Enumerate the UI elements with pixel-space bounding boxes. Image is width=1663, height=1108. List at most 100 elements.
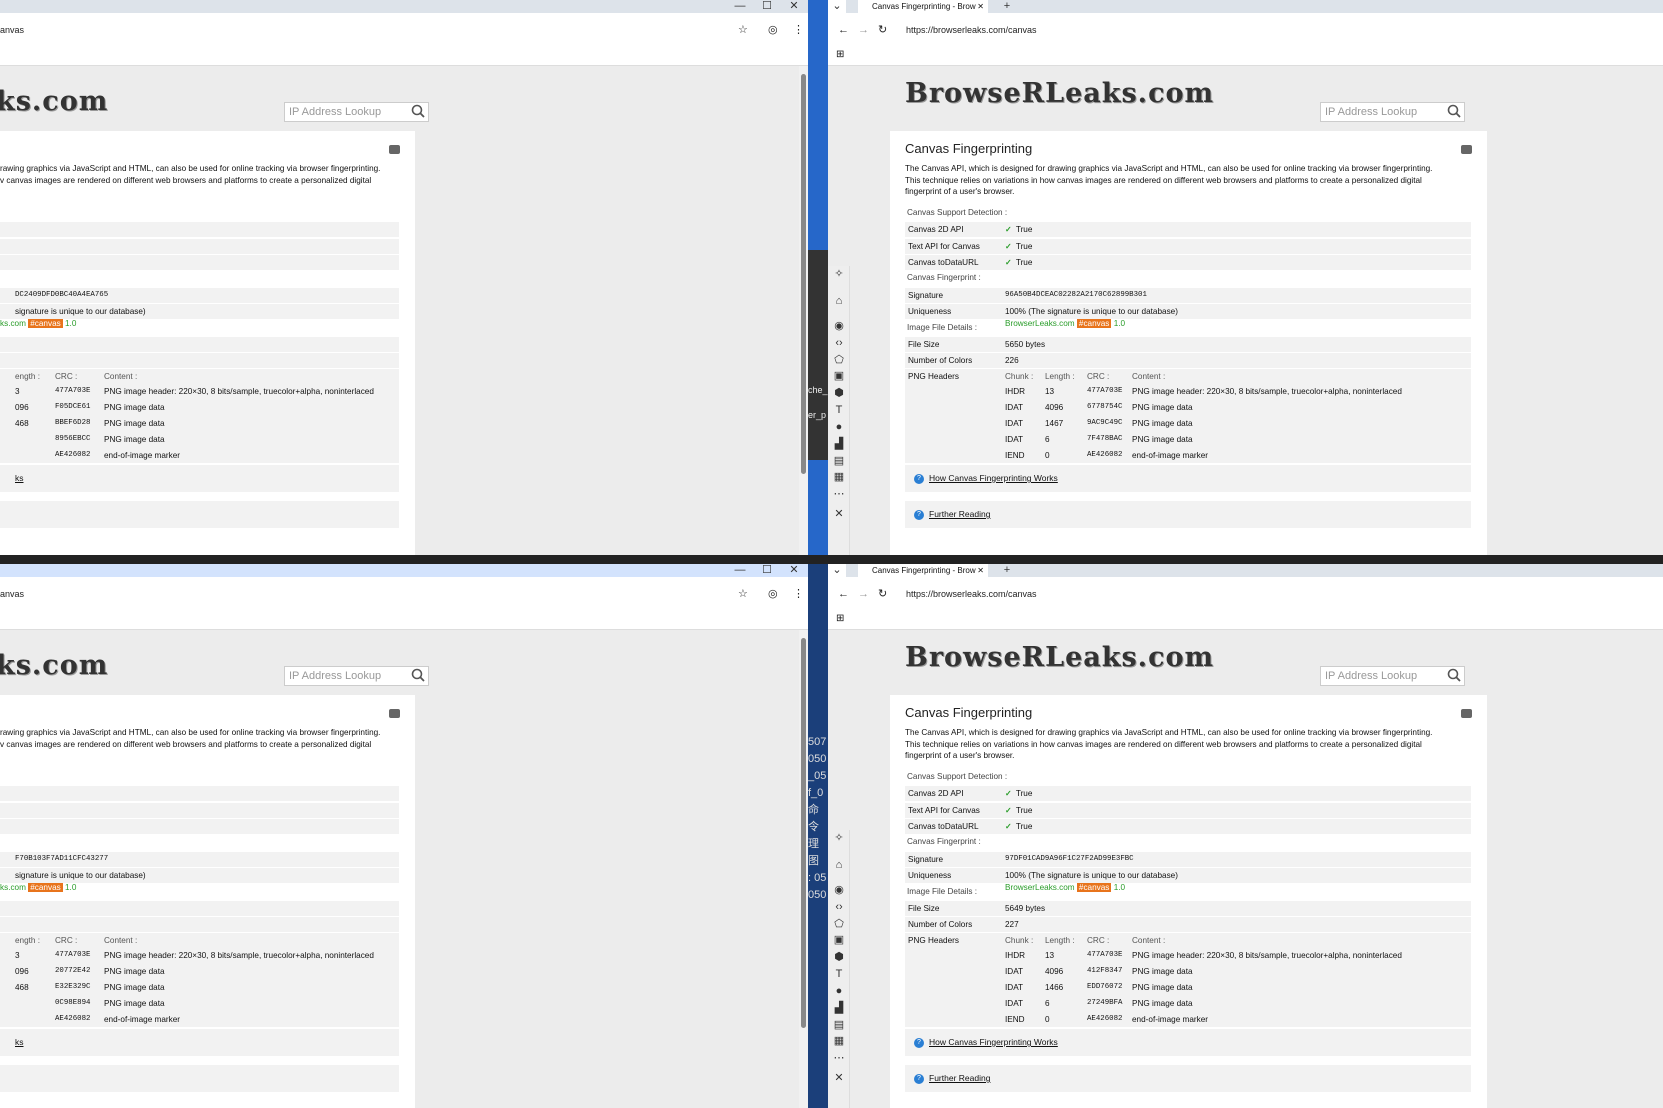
- signal-icon[interactable]: ◉: [833, 320, 845, 332]
- image-file-link[interactable]: ks.com #canvas 1.0: [0, 883, 76, 892]
- canvas-card: Canvas Fingerprinting The Canvas API, wh…: [890, 695, 1487, 1108]
- tab-search-icon[interactable]: ⌄: [828, 564, 846, 577]
- tab-search-icon[interactable]: ⌄: [828, 0, 846, 13]
- how-it-works-link[interactable]: ks: [0, 1029, 399, 1056]
- lock-icon[interactable]: ▤: [833, 1019, 845, 1031]
- canvas-card: rawing graphics via JavaScript and HTML,…: [0, 695, 415, 1108]
- minimize-button[interactable]: —: [727, 0, 753, 13]
- camera-icon[interactable]: [389, 709, 400, 718]
- further-reading-link[interactable]: ? Further Reading: [905, 1065, 1471, 1092]
- scrollbar[interactable]: [799, 66, 808, 555]
- tools-icon[interactable]: ✕: [833, 508, 845, 520]
- new-tab-button[interactable]: +: [994, 0, 1020, 13]
- pentagon-icon[interactable]: ⬠: [833, 918, 845, 930]
- signature-value: DC2409DFD0BC40A4EA765: [15, 291, 109, 299]
- help-icon: ?: [914, 1073, 924, 1084]
- image-icon[interactable]: ▣: [833, 934, 845, 946]
- apps-icon[interactable]: ⊞: [836, 613, 844, 624]
- site-logo[interactable]: ks.com: [0, 86, 108, 117]
- tab-close-icon: ✕: [977, 566, 984, 575]
- code-icon[interactable]: ‹›: [833, 337, 845, 349]
- reload-icon[interactable]: ↻: [878, 585, 887, 603]
- pin-icon[interactable]: ✧: [833, 268, 845, 280]
- tab-bar: ⌄ Canvas Fingerprinting - Brow ✕ +: [828, 564, 1663, 577]
- back-icon[interactable]: ←: [838, 21, 849, 39]
- title-bar: — ☐ ✕: [0, 564, 808, 577]
- active-tab[interactable]: Canvas Fingerprinting - Brow ✕: [858, 0, 988, 13]
- chart-icon[interactable]: ▟: [833, 438, 845, 450]
- close-button[interactable]: ✕: [781, 0, 807, 13]
- pin-icon[interactable]: ✧: [833, 832, 845, 844]
- how-it-works-link[interactable]: ? How Canvas Fingerprinting Works: [905, 1029, 1471, 1056]
- how-it-works-link[interactable]: ? How Canvas Fingerprinting Works: [905, 465, 1471, 492]
- signature-value: F70B103F7AD11CFC43277: [15, 855, 109, 863]
- tools-icon[interactable]: ✕: [833, 1072, 845, 1084]
- maximize-button[interactable]: ☐: [754, 564, 780, 577]
- search-input[interactable]: IP Address Lookup: [284, 666, 429, 686]
- home-icon[interactable]: ⌂: [833, 295, 845, 307]
- grid-icon[interactable]: ▦: [833, 471, 845, 483]
- bookmark-bar: ⊞: [828, 47, 1663, 66]
- further-reading-link[interactable]: ? Further Reading: [905, 501, 1471, 528]
- text-icon[interactable]: T: [833, 404, 845, 416]
- further-reading-link[interactable]: [0, 501, 399, 528]
- more-icon[interactable]: ⋯: [833, 1052, 845, 1064]
- menu-icon[interactable]: ⋮: [793, 21, 804, 39]
- minimize-button[interactable]: —: [727, 564, 753, 577]
- search-input[interactable]: IP Address Lookup: [1320, 102, 1465, 122]
- profile-icon[interactable]: ◎: [768, 585, 778, 603]
- page-content: BrowseRLeaks.com IP Address Lookup Canva…: [850, 66, 1663, 555]
- profile-icon[interactable]: ◎: [768, 21, 778, 39]
- url-field[interactable]: https://browserleaks.com/canvas: [906, 585, 1037, 603]
- site-logo[interactable]: ks.com: [0, 650, 108, 681]
- star-icon[interactable]: ☆: [738, 21, 748, 39]
- url-field[interactable]: anvas: [0, 585, 24, 603]
- canvas-card: rawing graphics via JavaScript and HTML,…: [0, 131, 415, 555]
- image-file-link[interactable]: ks.com #canvas 1.0: [0, 319, 76, 328]
- forward-icon[interactable]: →: [858, 585, 869, 603]
- close-button[interactable]: ✕: [781, 564, 807, 577]
- further-reading-link[interactable]: [0, 1065, 399, 1092]
- site-logo[interactable]: BrowseRLeaks.com: [905, 78, 1214, 109]
- camera-icon[interactable]: [1461, 145, 1472, 154]
- location-icon[interactable]: ●: [833, 985, 845, 997]
- new-tab-button[interactable]: +: [994, 564, 1020, 577]
- location-icon[interactable]: ●: [833, 421, 845, 433]
- how-it-works-link[interactable]: ks: [0, 465, 399, 492]
- cube-icon[interactable]: ⬢: [833, 387, 845, 399]
- bookmark-bar: [0, 611, 808, 630]
- chart-icon[interactable]: ▟: [833, 1002, 845, 1014]
- scrollbar[interactable]: [799, 630, 808, 1108]
- text-icon[interactable]: T: [833, 968, 845, 980]
- code-icon[interactable]: ‹›: [833, 901, 845, 913]
- image-file-link[interactable]: BrowserLeaks.com #canvas 1.0: [1005, 319, 1125, 328]
- extension-sidebar: ✧ ⌂ ◉ ‹› ⬠ ▣ ⬢ T ● ▟ ▤ ▦ ⋯ ✕: [828, 830, 850, 1108]
- image-file-link[interactable]: BrowserLeaks.com #canvas 1.0: [1005, 883, 1125, 892]
- forward-icon[interactable]: →: [858, 21, 869, 39]
- star-icon[interactable]: ☆: [738, 585, 748, 603]
- maximize-button[interactable]: ☐: [754, 0, 780, 13]
- home-icon[interactable]: ⌂: [833, 859, 845, 871]
- more-icon[interactable]: ⋯: [833, 488, 845, 500]
- menu-icon[interactable]: ⋮: [793, 585, 804, 603]
- signal-icon[interactable]: ◉: [833, 884, 845, 896]
- site-logo[interactable]: BrowseRLeaks.com: [905, 642, 1214, 673]
- camera-icon[interactable]: [389, 145, 400, 154]
- camera-icon[interactable]: [1461, 709, 1472, 718]
- lock-icon[interactable]: ▤: [833, 455, 845, 467]
- active-tab[interactable]: Canvas Fingerprinting - Brow ✕: [858, 564, 988, 577]
- page-content: ks.com IP Address Lookup rawing graphics…: [0, 630, 808, 1108]
- grid-icon[interactable]: ▦: [833, 1035, 845, 1047]
- url-field[interactable]: anvas: [0, 21, 24, 39]
- description: rawing graphics via JavaScript and HTML,…: [0, 164, 381, 185]
- page-content: ks.com IP Address Lookup rawing graphics…: [0, 66, 808, 555]
- image-icon[interactable]: ▣: [833, 370, 845, 382]
- pentagon-icon[interactable]: ⬠: [833, 354, 845, 366]
- url-field[interactable]: https://browserleaks.com/canvas: [906, 21, 1037, 39]
- reload-icon[interactable]: ↻: [878, 21, 887, 39]
- cube-icon[interactable]: ⬢: [833, 951, 845, 963]
- apps-icon[interactable]: ⊞: [836, 49, 844, 60]
- search-input[interactable]: IP Address Lookup: [284, 102, 429, 122]
- search-input[interactable]: IP Address Lookup: [1320, 666, 1465, 686]
- back-icon[interactable]: ←: [838, 585, 849, 603]
